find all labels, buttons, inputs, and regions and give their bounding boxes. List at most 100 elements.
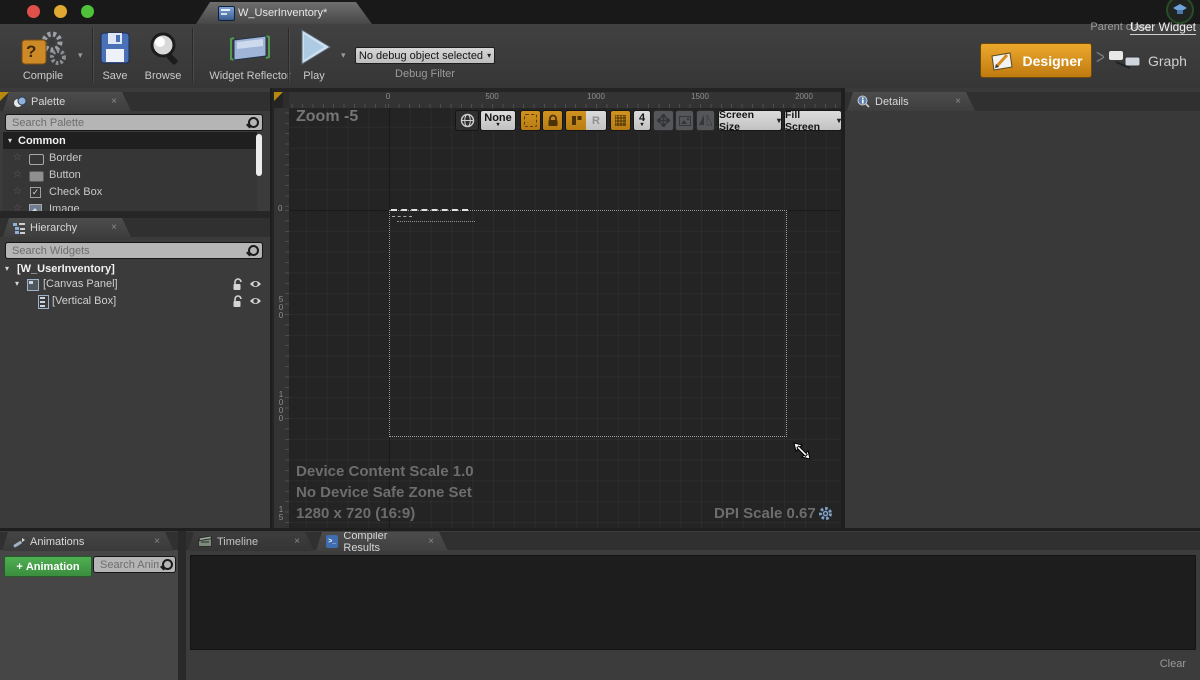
clear-log-button[interactable]: Clear	[1160, 658, 1186, 670]
dock-splitter[interactable]	[0, 211, 270, 218]
tab-animations[interactable]: Animations ×	[2, 532, 174, 551]
dock-preview-button[interactable]	[566, 110, 586, 131]
visibility-eye-icon[interactable]	[249, 279, 262, 289]
selected-widget-outline[interactable]	[391, 209, 468, 211]
timeline-tab-label: Timeline	[217, 536, 258, 548]
tree-row-root[interactable]: ▾ [W_UserInventory]	[0, 262, 270, 277]
lock-widgets-button[interactable]	[542, 110, 563, 131]
hierarchy-search-icon	[248, 245, 259, 256]
play-label: Play	[294, 70, 334, 82]
palette-item-border[interactable]: ☆ Border	[3, 150, 257, 166]
favorite-star-icon[interactable]: ☆	[13, 169, 22, 180]
tab-details[interactable]: Details ×	[847, 92, 975, 111]
transform-mode-button[interactable]	[653, 110, 674, 131]
respect-locks-button[interactable]: R	[586, 110, 606, 131]
screen-size-label: Screen Size	[719, 109, 773, 133]
palette-item-label: Check Box	[49, 186, 102, 198]
bottom-splitter[interactable]	[178, 531, 186, 680]
expander-icon[interactable]: ▾	[15, 279, 19, 288]
palette-section-common[interactable]: ▾ Common	[3, 132, 257, 149]
palette-search-input[interactable]	[5, 114, 263, 131]
preview-background-button[interactable]	[675, 110, 694, 131]
zoom-traffic-light[interactable]	[81, 5, 94, 18]
design-surface[interactable]: Zoom -5 Device Content Scale 1.0 No Devi…	[289, 108, 843, 528]
screen-size-caret-icon: ▾	[777, 116, 781, 125]
compile-button[interactable]: ? Compile	[10, 28, 76, 84]
flip-preview-button[interactable]	[696, 110, 715, 131]
timeline-tab-close-icon[interactable]: ×	[294, 536, 300, 547]
graph-label: Graph	[1148, 53, 1187, 69]
visibility-eye-icon[interactable]	[249, 296, 262, 306]
left-dock-column: Palette × ▾ Common ☆ Border ☆ Button ☆ ✓	[0, 88, 270, 528]
bottom-dock: Animations × + Animation Clear Timeline …	[0, 528, 1200, 680]
tree-node-label: [Vertical Box]	[52, 295, 116, 307]
palette-tab-label: Palette	[31, 96, 65, 108]
hierarchy-icon	[13, 222, 25, 234]
tab-palette[interactable]: Palette ×	[3, 92, 131, 111]
favorite-star-icon[interactable]: ☆	[13, 152, 22, 163]
tab-compiler-results[interactable]: >_ Compiler Results ×	[316, 532, 448, 551]
tree-row-vertical-box[interactable]: [Vertical Box]	[0, 293, 270, 309]
animations-tab-label: Animations	[30, 536, 84, 548]
tab-hierarchy[interactable]: Hierarchy ×	[3, 218, 131, 237]
section-expander-icon[interactable]: ▾	[8, 136, 12, 145]
debug-dropdown-caret-icon: ▾	[487, 51, 491, 60]
palette-item-image[interactable]: ☆ Image	[3, 201, 257, 211]
fill-screen-dropdown[interactable]: Fill Screen ▾	[784, 110, 842, 131]
palette-item-label: Border	[49, 152, 82, 164]
grid-snap-button[interactable]	[610, 110, 631, 131]
screen-size-dropdown[interactable]: Screen Size ▾	[718, 110, 782, 131]
lock-open-icon[interactable]	[232, 278, 244, 291]
browse-button[interactable]: Browse	[140, 28, 186, 84]
dpi-settings-gear-icon[interactable]	[818, 506, 833, 521]
favorite-star-icon[interactable]: ☆	[13, 186, 22, 197]
palette-item-button[interactable]: ☆ Button	[3, 167, 257, 183]
selection-handle-marks	[392, 216, 412, 217]
debug-object-dropdown[interactable]: No debug object selected ▾	[355, 47, 495, 64]
none-caret-icon: ▾	[496, 123, 499, 127]
close-traffic-light[interactable]	[27, 5, 40, 18]
toggle-outlines-button[interactable]	[520, 110, 541, 131]
localization-preview-button[interactable]	[455, 110, 479, 131]
palette-scrollbar-thumb[interactable]	[256, 134, 262, 176]
debug-object-dropdown-label: No debug object selected	[359, 50, 483, 62]
dpi-scale-label: DPI Scale 0.67	[714, 505, 816, 522]
play-options-caret[interactable]: ▾	[341, 50, 346, 61]
compile-options-caret[interactable]: ▾	[78, 50, 83, 61]
add-animation-button[interactable]: + Animation	[4, 556, 92, 577]
play-button[interactable]: Play	[294, 26, 334, 84]
animations-tab-close-icon[interactable]: ×	[154, 536, 160, 547]
palette-item-checkbox[interactable]: ☆ ✓ Check Box	[3, 184, 257, 200]
palette-tab-close-icon[interactable]: ×	[111, 96, 117, 107]
mode-chevron-icon: >	[1096, 46, 1105, 70]
details-panel: Details ×	[841, 88, 1200, 528]
document-tab[interactable]: W_UserInventory* ×	[196, 2, 372, 24]
hierarchy-tab-close-icon[interactable]: ×	[111, 222, 117, 233]
tree-node-label: [Canvas Panel]	[43, 278, 118, 290]
compiler-log-area[interactable]	[190, 555, 1196, 650]
tab-timeline[interactable]: Timeline ×	[188, 532, 314, 551]
designer-mode-button[interactable]: Designer	[980, 43, 1092, 78]
selected-widget-guide	[397, 221, 475, 222]
expander-icon[interactable]: ▾	[5, 264, 9, 273]
palette-item-label: Image	[49, 203, 80, 211]
dock-bars-icon	[571, 115, 582, 126]
add-animation-label: Animation	[26, 561, 80, 573]
safe-zone-label: No Device Safe Zone Set	[296, 484, 472, 501]
tree-root-label: [W_UserInventory]	[17, 263, 115, 275]
compiler-results-tab-close-icon[interactable]: ×	[428, 536, 434, 547]
document-tab-close-icon[interactable]: ×	[366, 8, 372, 19]
save-button[interactable]: Save	[96, 28, 134, 84]
favorite-star-icon[interactable]: ☆	[13, 203, 22, 211]
image-icon	[679, 116, 691, 126]
tree-row-canvas-panel[interactable]: ▾ [Canvas Panel]	[0, 277, 270, 292]
graph-mode-button[interactable]: Graph	[1108, 46, 1194, 76]
lock-open-icon[interactable]	[232, 295, 244, 308]
details-tab-close-icon[interactable]: ×	[955, 96, 961, 107]
hierarchy-search-input[interactable]	[5, 242, 263, 259]
minimize-traffic-light[interactable]	[54, 5, 67, 18]
localization-none-dropdown[interactable]: None▾	[480, 110, 516, 131]
canvas-dock-corner	[274, 92, 283, 101]
plus-icon: +	[16, 561, 22, 573]
grid-snap-size-dropdown[interactable]: 4▾	[633, 110, 651, 131]
